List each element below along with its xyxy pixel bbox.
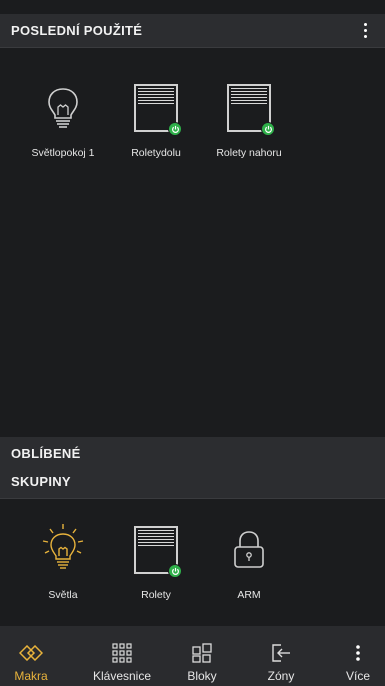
nav-item-makra[interactable]: Makra [0,626,62,686]
nav-label: Bloky [187,669,217,683]
bulb-icon [33,78,93,138]
power-icon [168,122,182,136]
groups-section-title: SKUPINY [11,474,71,489]
lock-icon [219,520,279,580]
group-tile-arm[interactable]: ARM [205,520,293,601]
blinds-icon [126,78,186,138]
zone-exit-icon [271,638,291,668]
group-tile-blinds[interactable]: Rolety [112,520,200,601]
recent-tile-blinds-down[interactable]: Roletydolu [112,78,200,159]
nav-label: Více [345,669,370,683]
bulb-lit-icon [33,520,93,580]
bottom-navigation: Makra Klávesnice Bloky Zóny Více [0,626,385,686]
keypad-icon [112,638,132,668]
tile-label: Rolety [141,589,171,601]
blocks-icon [192,638,212,668]
nav-item-zony[interactable]: Zóny [251,626,311,686]
blinds-icon [219,78,279,138]
tile-label: Rolety nahoru [216,147,282,159]
nav-label: Makra [14,669,48,683]
recent-section-title: POSLEDNÍ POUŽITÉ [11,23,143,38]
favorites-section-title: OBLÍBENÉ [11,446,81,461]
nav-item-bloky[interactable]: Bloky [170,626,234,686]
nav-item-vice[interactable]: Více [335,626,381,686]
more-options-icon[interactable] [361,23,369,39]
nav-label: Klávesnice [92,669,152,683]
blinds-icon [126,520,186,580]
recent-tile-blinds-up[interactable]: Rolety nahoru [205,78,293,159]
recent-tile-light[interactable]: Světlopokoj 1 [19,78,107,159]
group-tile-lights[interactable]: Světla [19,520,107,601]
tile-label: Světla [48,589,78,601]
power-icon [168,564,182,578]
nav-label: Zóny [267,669,295,683]
tile-label: Světlopokoj 1 [31,147,95,159]
more-icon [355,638,361,668]
nav-item-klavesnice[interactable]: Klávesnice [86,626,158,686]
macro-icon [19,638,43,668]
recent-section-header: POSLEDNÍ POUŽITÉ [0,14,385,48]
power-icon [261,122,275,136]
tile-label: ARM [237,589,261,601]
tile-label: Roletydolu [131,147,181,159]
groups-section-header: SKUPINY [0,465,385,499]
